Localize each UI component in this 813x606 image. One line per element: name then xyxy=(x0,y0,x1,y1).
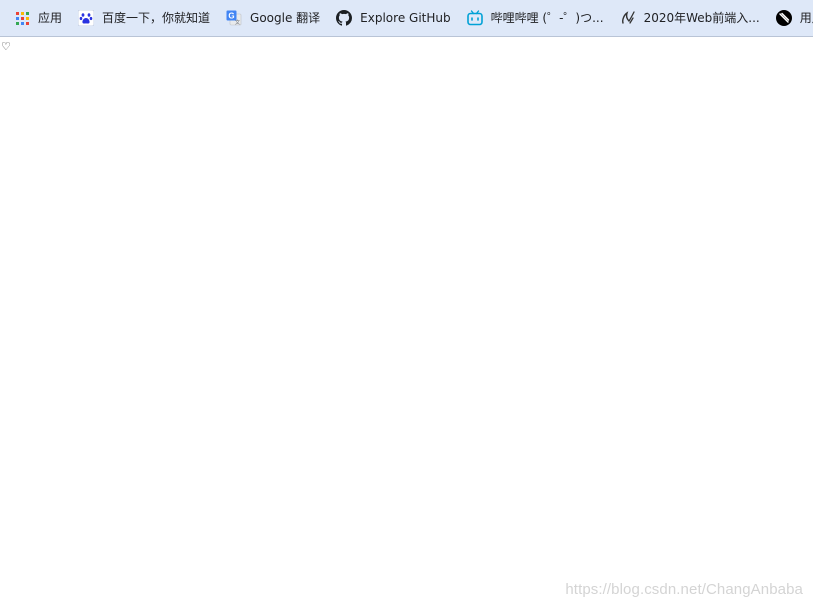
vue-script-icon xyxy=(620,10,636,26)
svg-text:G: G xyxy=(228,12,234,21)
bookmark-web-frontend[interactable]: 2020年Web前端入... xyxy=(614,4,768,32)
bookmark-apps[interactable]: 应用 xyxy=(8,4,70,32)
bookmark-label: Explore GitHub xyxy=(360,11,451,25)
bookmark-label: 百度一下，你就知道 xyxy=(102,11,211,25)
bookmark-user[interactable]: 用户 xyxy=(770,4,813,32)
page-content: ♡ https://blog.csdn.net/ChangAnbaba xyxy=(0,37,813,606)
bookmark-baidu[interactable]: 百度一下，你就知道 xyxy=(72,4,218,32)
black-circle-icon xyxy=(775,10,792,26)
bookmark-github[interactable]: Explore GitHub xyxy=(330,4,458,32)
bookmark-bilibili[interactable]: 哔哩哔哩 (゜-゜)つ... xyxy=(461,4,612,32)
bilibili-icon xyxy=(466,10,483,26)
bookmark-google-translate[interactable]: G 文 Google 翻译 xyxy=(220,4,328,32)
watermark: https://blog.csdn.net/ChangAnbaba xyxy=(565,581,803,598)
google-translate-icon: G 文 xyxy=(226,10,242,26)
bookmark-label: 用户 xyxy=(799,11,813,25)
bookmarks-bar: 应用 百度一下，你就知道 G 文 Google 翻译 Explore GitHu… xyxy=(0,0,813,37)
bookmark-label: 2020年Web前端入... xyxy=(643,11,760,25)
bookmark-label: 应用 xyxy=(38,11,63,25)
baidu-paw-icon xyxy=(78,10,95,26)
apps-grid-icon xyxy=(14,10,30,26)
svg-text:文: 文 xyxy=(235,19,240,26)
github-icon xyxy=(336,10,353,26)
heart-glyph: ♡ xyxy=(1,40,11,53)
bookmark-label: 哔哩哔哩 (゜-゜)つ... xyxy=(490,11,604,25)
bookmark-label: Google 翻译 xyxy=(250,11,321,25)
